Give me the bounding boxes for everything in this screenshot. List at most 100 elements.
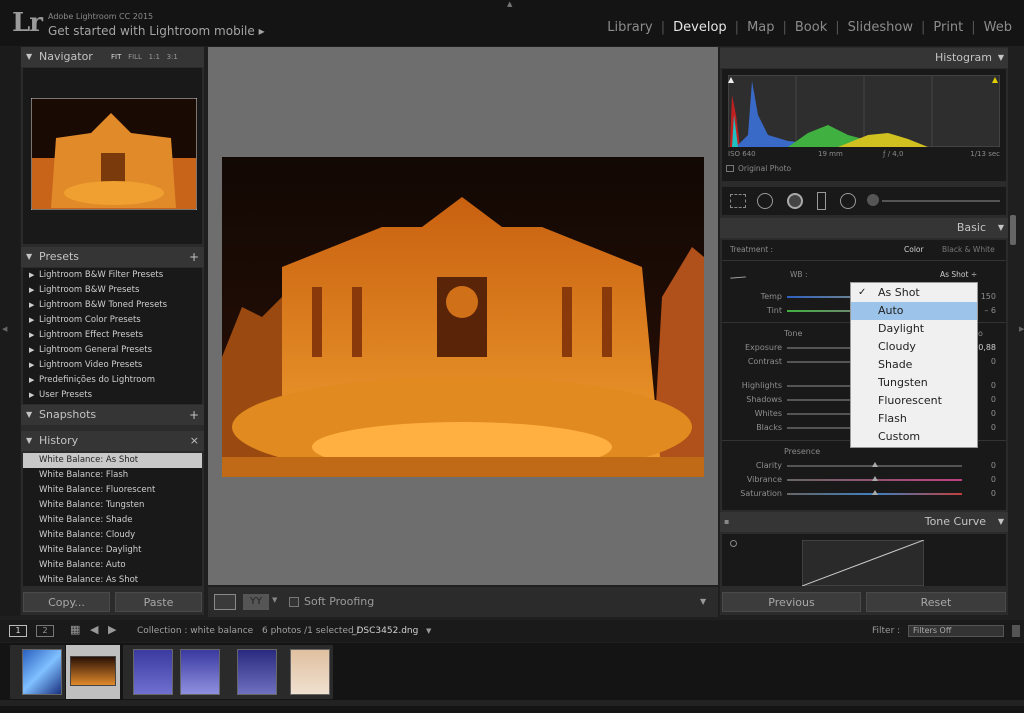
wb-option-cloudy[interactable]: Cloudy	[851, 338, 977, 356]
list-item[interactable]: ▶ Lightroom Effect Presets	[23, 328, 202, 343]
history-item[interactable]: White Balance: Fluorescent	[23, 483, 202, 498]
collection-label[interactable]: Collection : white balance	[137, 626, 253, 636]
reset-button[interactable]: Reset	[866, 592, 1006, 612]
filename[interactable]: _DSC3452.dng	[352, 626, 418, 636]
histogram-graph[interactable]	[728, 75, 1000, 147]
wb-option-shade[interactable]: Shade	[851, 356, 977, 374]
filmstrip-thumbnail[interactable]	[180, 649, 220, 695]
zoom-3-1[interactable]: 3:1	[167, 53, 178, 61]
list-item[interactable]: ▶ Lightroom B&W Filter Presets	[23, 268, 202, 283]
image-canvas[interactable]	[208, 47, 718, 585]
filter-lock-icon[interactable]	[1012, 625, 1020, 637]
right-panel-scrollbar[interactable]	[1010, 215, 1016, 245]
previous-button[interactable]: Previous	[722, 592, 861, 612]
history-item[interactable]: White Balance: Tungsten	[23, 498, 202, 513]
grid-view-icon[interactable]: ▦	[70, 623, 80, 636]
module-print[interactable]: Print	[925, 20, 971, 35]
list-item[interactable]: ▶ User Presets	[23, 388, 202, 403]
target-adjust-icon[interactable]	[730, 540, 737, 547]
treatment-color[interactable]: Color	[904, 245, 924, 254]
wb-option-as-shot[interactable]: ✓ As Shot	[851, 284, 977, 302]
before-after-icon[interactable]: YY	[243, 594, 269, 610]
filmstrip-thumbnail-selected[interactable]	[70, 656, 116, 686]
filmstrip-thumbnail[interactable]	[133, 649, 173, 695]
treatment-bw[interactable]: Black & White	[942, 245, 995, 254]
add-preset-icon[interactable]: +	[189, 247, 199, 267]
second-window-button[interactable]: 2	[36, 625, 54, 637]
zoom-fit[interactable]: FIT	[111, 53, 121, 61]
history-item[interactable]: White Balance: Shade	[23, 513, 202, 528]
tone-curve-header[interactable]: ▪ Tone Curve ▼	[720, 512, 1008, 532]
module-library[interactable]: Library	[599, 20, 660, 35]
wb-option-daylight[interactable]: Daylight	[851, 320, 977, 338]
wb-option-custom[interactable]: Custom	[851, 428, 977, 446]
eyedropper-icon[interactable]: ⟋	[727, 267, 748, 289]
radial-filter-icon[interactable]	[840, 193, 856, 209]
brush-slider[interactable]	[882, 200, 1000, 202]
navigator-preview[interactable]	[23, 68, 202, 244]
copy-button[interactable]: Copy...	[23, 592, 110, 612]
vibrance-value[interactable]: 0	[972, 475, 996, 484]
chevron-down-icon[interactable]: ▼	[272, 596, 277, 604]
wb-dropdown[interactable]: As Shot ÷	[940, 270, 977, 279]
forward-arrow-icon[interactable]: ▶	[108, 623, 116, 636]
main-window-button[interactable]: 1	[9, 625, 27, 637]
list-item[interactable]: ▶ Lightroom B&W Toned Presets	[23, 298, 202, 313]
tone-curve-graph[interactable]	[802, 540, 924, 586]
filter-dropdown[interactable]: Filters Off	[908, 625, 1004, 637]
history-item[interactable]: White Balance: As Shot	[23, 453, 202, 468]
back-arrow-icon[interactable]: ◀	[90, 623, 98, 636]
tone-auto[interactable]: o	[978, 329, 983, 338]
collapse-top-icon[interactable]: ▲	[507, 0, 512, 8]
clear-history-icon[interactable]: ×	[190, 431, 199, 451]
list-item[interactable]: ▶ Predefinições do Lightroom	[23, 373, 202, 388]
paste-button[interactable]: Paste	[115, 592, 202, 612]
module-book[interactable]: Book	[787, 20, 835, 35]
navigator-header[interactable]: ▼ Navigator FIT FILL 1:1 3:1	[21, 47, 204, 67]
red-eye-icon[interactable]	[787, 193, 803, 209]
zoom-1-1[interactable]: 1:1	[149, 53, 160, 61]
collapse-right-icon[interactable]: ▶	[1019, 325, 1024, 333]
basic-header[interactable]: Basic ▼	[720, 218, 1008, 238]
vibrance-knob[interactable]	[872, 476, 878, 481]
crop-icon[interactable]	[730, 194, 746, 208]
toolbar-menu-icon[interactable]: ▼	[700, 597, 706, 606]
chevron-down-icon[interactable]: ▼	[426, 627, 431, 635]
module-slideshow[interactable]: Slideshow	[840, 20, 921, 35]
module-map[interactable]: Map	[739, 20, 782, 35]
mobile-promo-link[interactable]: Get started with Lightroom mobile ▸	[48, 24, 265, 38]
list-item[interactable]: ▶ Lightroom Video Presets	[23, 358, 202, 373]
wb-option-tungsten[interactable]: Tungsten	[851, 374, 977, 392]
original-photo-checkbox[interactable]	[726, 165, 734, 172]
graduated-filter-icon[interactable]	[817, 192, 826, 210]
module-develop[interactable]: Develop	[665, 20, 735, 35]
saturation-value[interactable]: 0	[972, 489, 996, 498]
list-item[interactable]: ▶ Lightroom General Presets	[23, 343, 202, 358]
history-item[interactable]: White Balance: Cloudy	[23, 528, 202, 543]
add-snapshot-icon[interactable]: +	[189, 405, 199, 425]
history-item[interactable]: White Balance: Daylight	[23, 543, 202, 558]
filmstrip-thumbnail[interactable]	[290, 649, 330, 695]
clarity-value[interactable]: 0	[972, 461, 996, 470]
filmstrip-scrollbar[interactable]	[0, 700, 1024, 706]
loupe-view-icon[interactable]	[214, 594, 236, 610]
snapshots-header[interactable]: ▼ Snapshots +	[21, 405, 204, 425]
list-item[interactable]: ▶ Lightroom Color Presets	[23, 313, 202, 328]
list-item[interactable]: ▶ Lightroom B&W Presets	[23, 283, 202, 298]
histogram-header[interactable]: Histogram ▼	[720, 48, 1008, 68]
soft-proofing-checkbox[interactable]	[289, 597, 299, 607]
filmstrip-thumbnail[interactable]	[22, 649, 62, 695]
filmstrip-thumbnail[interactable]	[237, 649, 277, 695]
wb-option-flash[interactable]: Flash	[851, 410, 977, 428]
collapse-left-icon[interactable]: ◀	[2, 325, 7, 333]
zoom-fill[interactable]: FILL	[128, 53, 142, 61]
saturation-knob[interactable]	[872, 490, 878, 495]
clarity-knob[interactable]	[872, 462, 878, 467]
adjustment-brush-icon[interactable]	[867, 194, 879, 206]
wb-option-fluorescent[interactable]: Fluorescent	[851, 392, 977, 410]
module-web[interactable]: Web	[976, 20, 1020, 35]
spot-removal-icon[interactable]	[757, 193, 773, 209]
presets-header[interactable]: ▼ Presets +	[21, 247, 204, 267]
history-header[interactable]: ▼ History ×	[21, 431, 204, 451]
wb-option-auto[interactable]: Auto	[851, 302, 977, 320]
